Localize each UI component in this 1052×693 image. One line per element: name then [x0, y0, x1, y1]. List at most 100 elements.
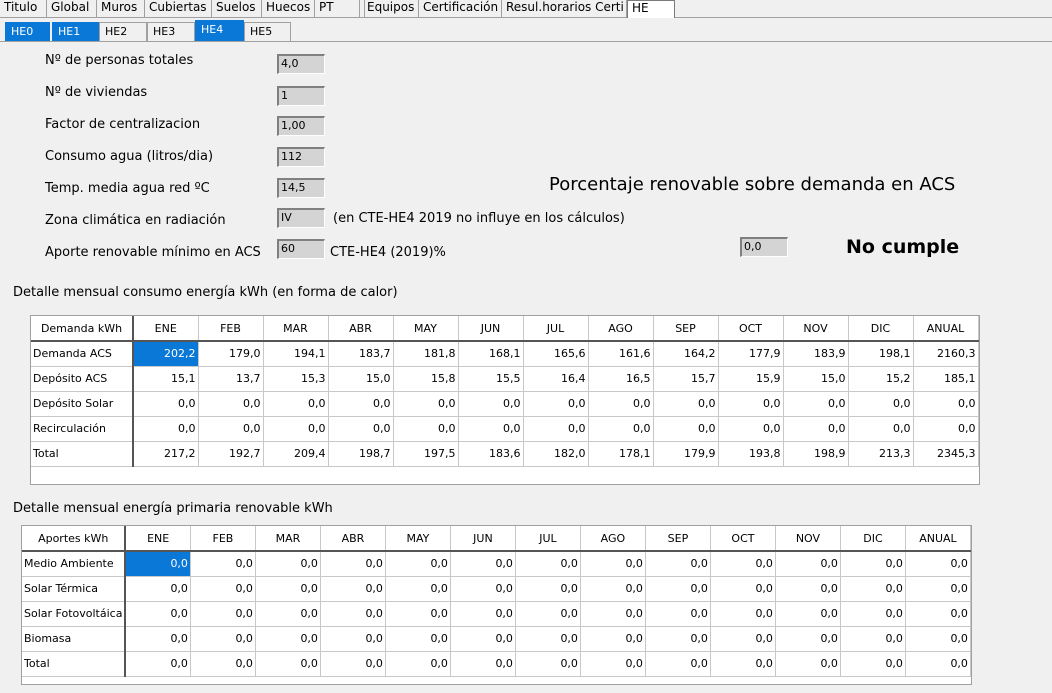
table-cell[interactable]: 179,9 — [653, 441, 719, 467]
table-cell[interactable]: 0,0 — [198, 391, 264, 417]
aporte-field[interactable]: 60 — [277, 239, 325, 259]
table-cell[interactable]: 0,0 — [255, 576, 321, 602]
table-cell[interactable]: 0,0 — [393, 391, 459, 417]
tab-he1[interactable]: HE1 — [52, 22, 99, 41]
table-cell[interactable]: 0,0 — [718, 416, 784, 442]
table-cell[interactable]: 0,0 — [125, 551, 191, 577]
table-cell[interactable]: 15,8 — [393, 366, 459, 392]
tab-titulo[interactable]: Titulo — [0, 0, 47, 17]
table-cell[interactable]: 183,7 — [328, 341, 394, 367]
table-cell[interactable]: 15,7 — [653, 366, 719, 392]
tab-he3[interactable]: HE3 — [147, 22, 195, 41]
table-cell[interactable]: 0,0 — [710, 576, 776, 602]
table-cell[interactable]: 177,9 — [718, 341, 784, 367]
table-cell[interactable]: 0,0 — [385, 551, 451, 577]
table-cell[interactable]: 165,6 — [523, 341, 589, 367]
table-cell[interactable]: 0,0 — [190, 651, 256, 677]
table-cell[interactable]: 0,0 — [458, 416, 524, 442]
viviendas-field[interactable]: 1 — [277, 86, 325, 106]
table-cell[interactable]: 0,0 — [645, 551, 711, 577]
tab-he5[interactable]: HE5 — [244, 22, 291, 41]
table-cell[interactable]: 183,6 — [458, 441, 524, 467]
table-cell[interactable]: 0,0 — [133, 416, 199, 442]
table-cell[interactable]: 0,0 — [840, 601, 906, 627]
table-cell[interactable]: 15,0 — [783, 366, 849, 392]
table-cell[interactable]: 194,1 — [263, 341, 329, 367]
table-cell[interactable]: 0,0 — [588, 391, 654, 417]
table-cell[interactable]: 0,0 — [385, 651, 451, 677]
table-cell[interactable]: 0,0 — [328, 391, 394, 417]
table-cell[interactable]: 0,0 — [580, 576, 646, 602]
table-cell[interactable]: 182,0 — [523, 441, 589, 467]
table-cell[interactable]: 0,0 — [450, 551, 516, 577]
table-cell[interactable]: 0,0 — [393, 416, 459, 442]
table-cell[interactable]: 0,0 — [450, 626, 516, 652]
table-cell[interactable]: 0,0 — [718, 391, 784, 417]
tab-cubiertas[interactable]: Cubiertas — [145, 0, 212, 17]
personas-field[interactable]: 4,0 — [277, 54, 325, 74]
table-cell[interactable]: 0,0 — [255, 551, 321, 577]
table-cell[interactable]: 15,5 — [458, 366, 524, 392]
table-cell[interactable]: 15,9 — [718, 366, 784, 392]
tab-he2[interactable]: HE2 — [99, 22, 147, 41]
table-cell[interactable]: 0,0 — [905, 551, 971, 577]
table-cell[interactable]: 0,0 — [515, 576, 581, 602]
table-cell[interactable]: 0,0 — [710, 551, 776, 577]
table-cell[interactable]: 0,0 — [125, 626, 191, 652]
table-cell[interactable]: 0,0 — [190, 601, 256, 627]
table-cell[interactable]: 0,0 — [263, 416, 329, 442]
tab-equipos[interactable]: Equipos — [363, 0, 419, 17]
table-cell[interactable]: 15,0 — [328, 366, 394, 392]
table-cell[interactable]: 198,7 — [328, 441, 394, 467]
table-cell[interactable]: 168,1 — [458, 341, 524, 367]
table-cell[interactable]: 0,0 — [385, 626, 451, 652]
table-cell[interactable]: 15,2 — [848, 366, 914, 392]
table-cell[interactable]: 0,0 — [320, 601, 386, 627]
table-cell[interactable]: 0,0 — [515, 651, 581, 677]
table-cell[interactable]: 0,0 — [385, 576, 451, 602]
table-cell[interactable]: 0,0 — [328, 416, 394, 442]
temp-field[interactable]: 14,5 — [277, 178, 325, 198]
table-cell[interactable]: 0,0 — [198, 416, 264, 442]
table-cell[interactable]: 0,0 — [775, 576, 841, 602]
table-cell[interactable]: 0,0 — [580, 601, 646, 627]
table-cell[interactable]: 0,0 — [125, 651, 191, 677]
table-cell[interactable]: 0,0 — [523, 416, 589, 442]
tab-resul-horarios[interactable]: Resul.horarios Certi — [502, 0, 627, 17]
table-cell[interactable]: 0,0 — [840, 551, 906, 577]
table-cell[interactable]: 0,0 — [645, 601, 711, 627]
tab-huecos[interactable]: Huecos — [262, 0, 315, 17]
table-cell[interactable]: 0,0 — [190, 551, 256, 577]
table-cell[interactable]: 0,0 — [450, 576, 516, 602]
table-cell[interactable]: 202,2 — [133, 341, 199, 367]
table-cell[interactable]: 0,0 — [450, 601, 516, 627]
table-cell[interactable]: 185,1 — [913, 366, 979, 392]
tab-certificacion[interactable]: Certificación — [419, 0, 502, 17]
table-cell[interactable]: 0,0 — [125, 576, 191, 602]
table-cell[interactable]: 192,7 — [198, 441, 264, 467]
table-cell[interactable]: 0,0 — [775, 651, 841, 677]
table-cell[interactable]: 0,0 — [840, 626, 906, 652]
table-cell[interactable]: 0,0 — [320, 576, 386, 602]
table-cell[interactable]: 0,0 — [775, 601, 841, 627]
table-cell[interactable]: 197,5 — [393, 441, 459, 467]
table-cell[interactable]: 164,2 — [653, 341, 719, 367]
table-cell[interactable]: 2345,3 — [913, 441, 979, 467]
table-cell[interactable]: 0,0 — [580, 626, 646, 652]
table-cell[interactable]: 0,0 — [263, 391, 329, 417]
table-cell[interactable]: 213,3 — [848, 441, 914, 467]
table-cell[interactable]: 0,0 — [840, 576, 906, 602]
table-cell[interactable]: 16,4 — [523, 366, 589, 392]
table-cell[interactable]: 0,0 — [840, 651, 906, 677]
table-cell[interactable]: 0,0 — [783, 416, 849, 442]
table-cell[interactable]: 0,0 — [645, 576, 711, 602]
table-cell[interactable]: 0,0 — [848, 391, 914, 417]
table-cell[interactable]: 181,8 — [393, 341, 459, 367]
table-cell[interactable]: 0,0 — [775, 626, 841, 652]
table-cell[interactable]: 179,0 — [198, 341, 264, 367]
table-cell[interactable]: 0,0 — [653, 391, 719, 417]
table-cell[interactable]: 198,9 — [783, 441, 849, 467]
table-cell[interactable]: 0,0 — [458, 391, 524, 417]
table-cell[interactable]: 2160,3 — [913, 341, 979, 367]
table-cell[interactable]: 16,5 — [588, 366, 654, 392]
